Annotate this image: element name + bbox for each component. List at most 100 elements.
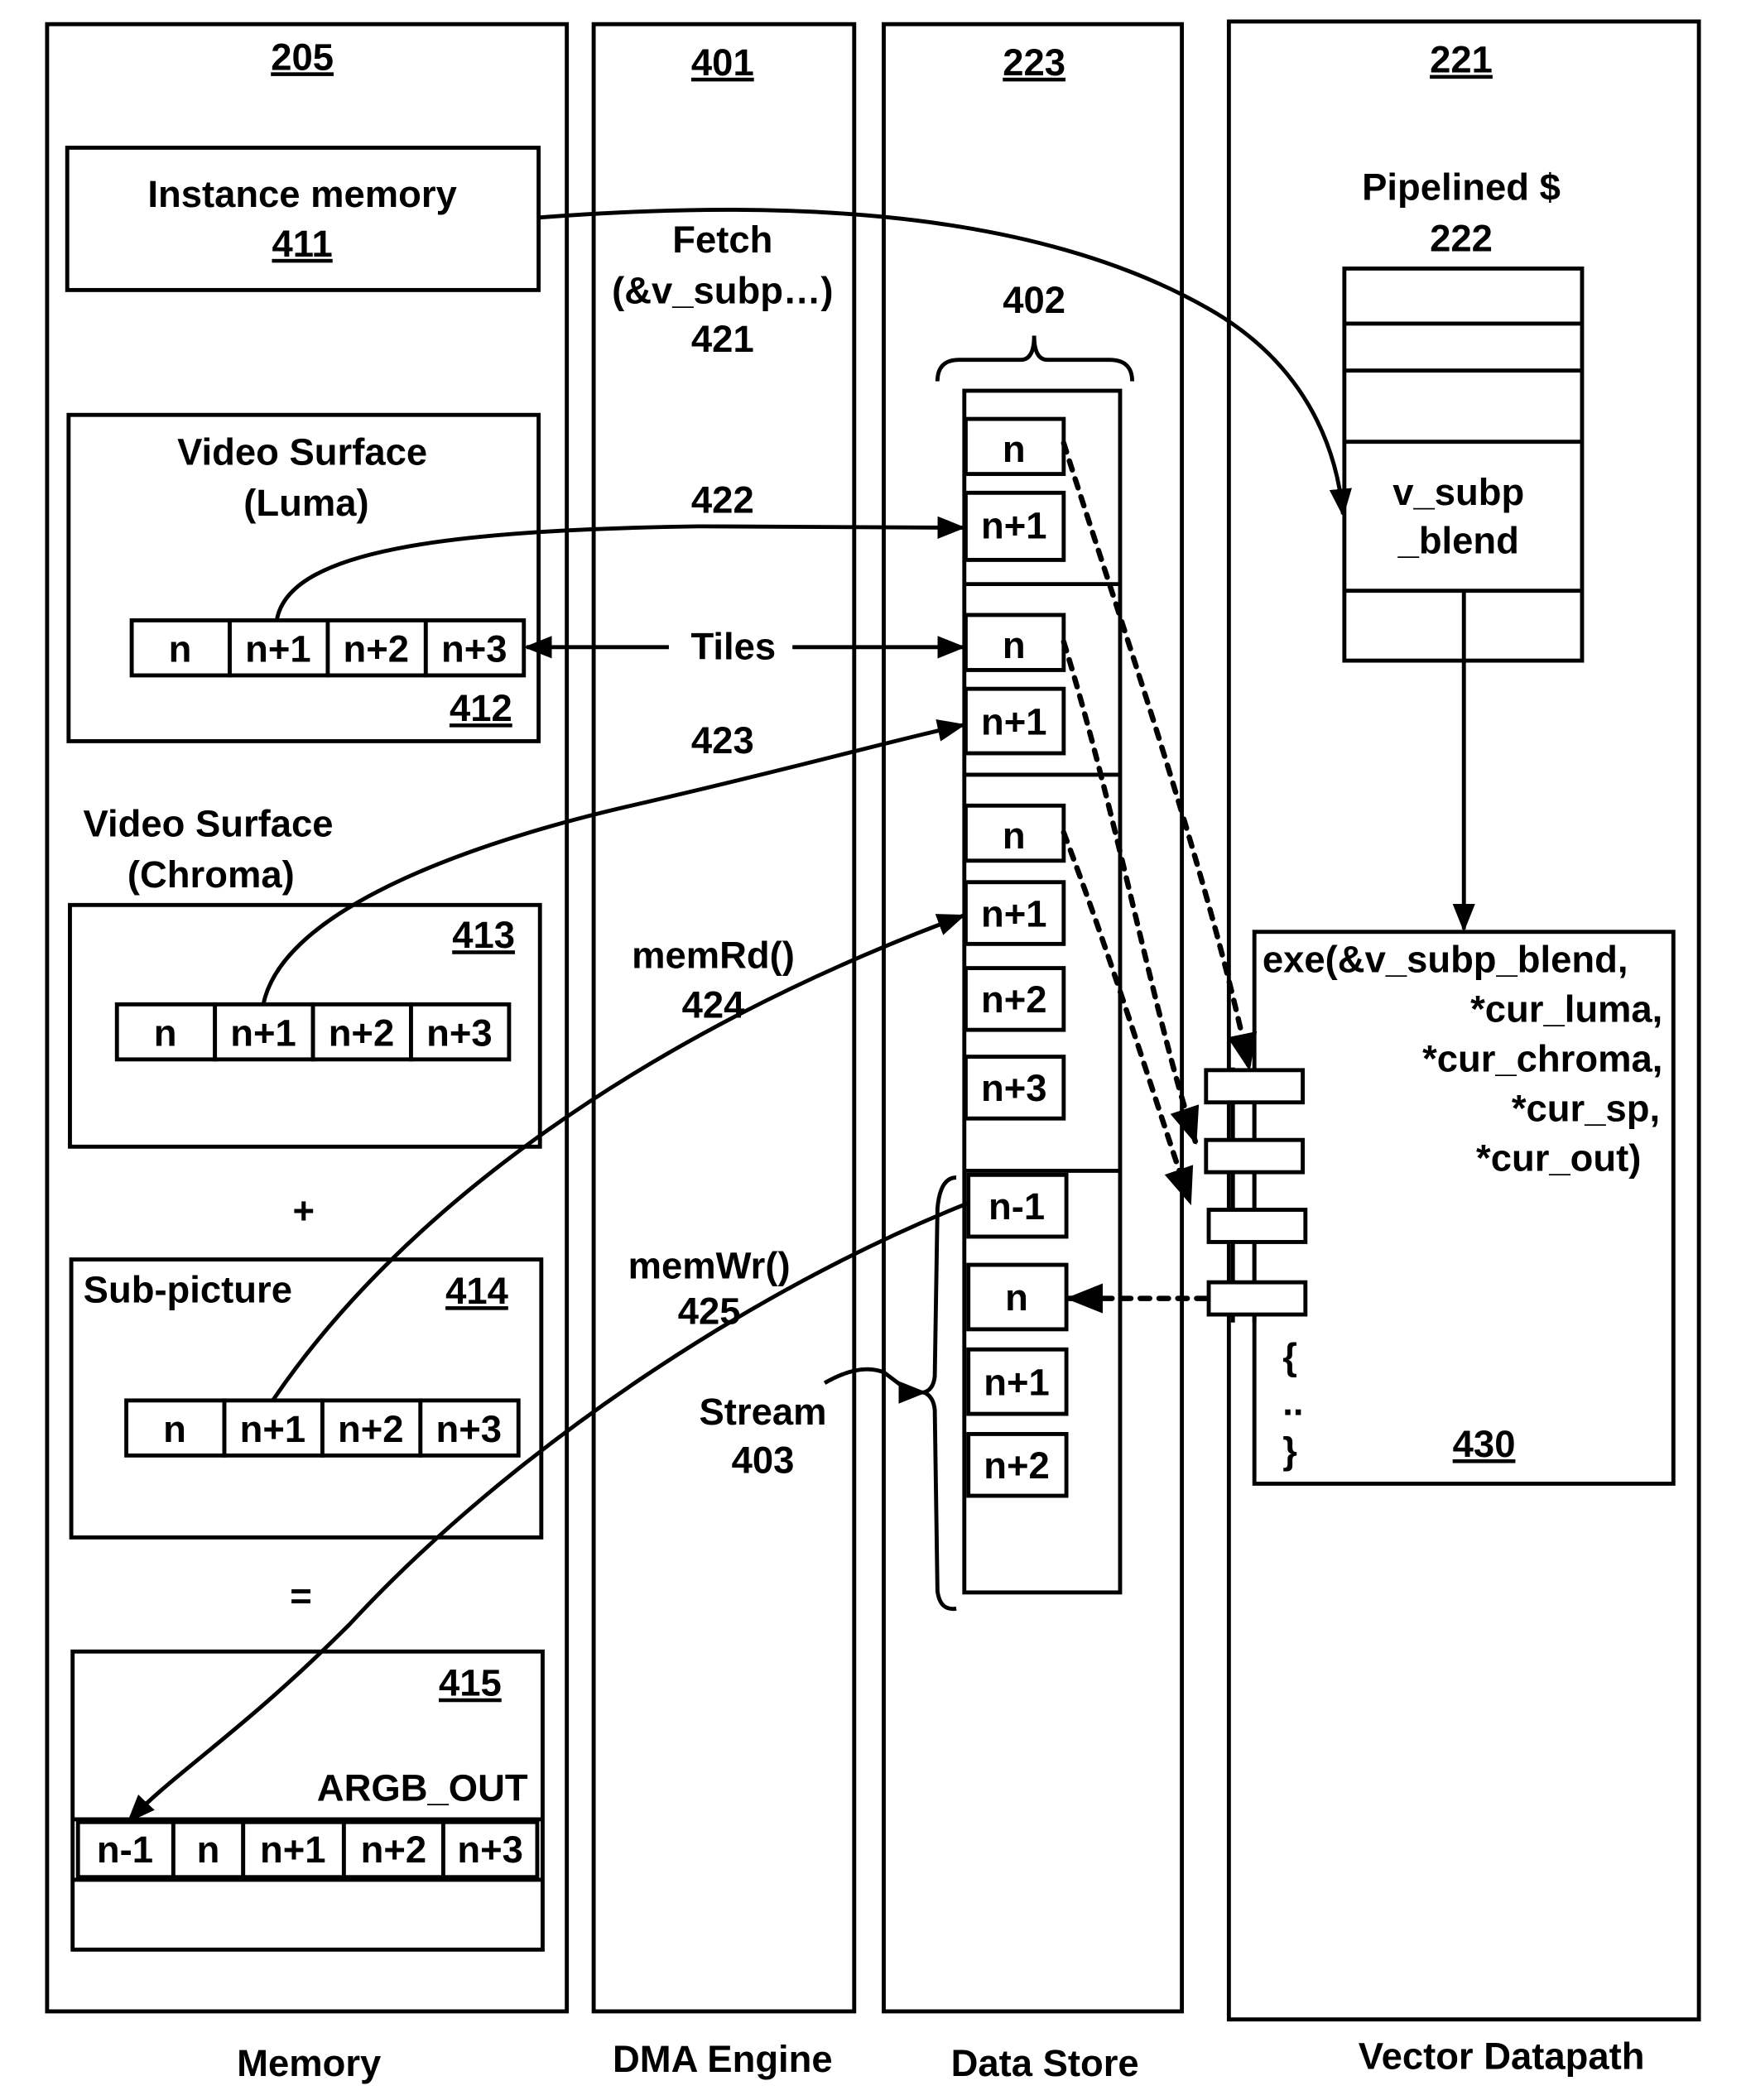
diagram-canvas: 205 401 223 221 Memory DMA Engine Data S… [45, 19, 1701, 2084]
equals-sign: = [290, 1574, 312, 1617]
subpicture-cell: n+1 [240, 1408, 306, 1450]
vector-datapath-caption: Vector Datapath [1359, 2035, 1645, 2078]
output-tile-row: n-1 n n+1 n+2 n+3 [72, 1817, 543, 1882]
ds-cell: n [1003, 624, 1026, 666]
exe-line: *cur_chroma, [1422, 1037, 1662, 1079]
chroma-tile-row: n n+1 n+2 n+3 [114, 1002, 512, 1062]
memwr-label: memWr() [628, 1244, 791, 1286]
subpicture-cell: n+3 [435, 1408, 502, 1450]
subpicture-label: Sub-picture [84, 1268, 292, 1310]
ds-cell: n+1 [981, 892, 1047, 935]
output-ref: 415 [439, 1662, 502, 1704]
data-store-group-2: n n+1 [963, 613, 1066, 756]
group-brace-402 [935, 335, 1135, 382]
vector-ref: 221 [1430, 39, 1493, 81]
chroma-cell: n+3 [426, 1012, 493, 1055]
exe-line: *cur_out) [1476, 1136, 1641, 1179]
luma-cell: n+1 [245, 628, 311, 670]
fetch-argument: (&v_subp…) [612, 270, 833, 312]
chroma-cell: n [154, 1012, 177, 1055]
chroma-transfer-arrow-423 [261, 719, 966, 1005]
instance-memory-label: Instance memory [147, 173, 457, 215]
cache-entry-name: v_subp [1392, 471, 1524, 513]
data-store-caption: Data Store [951, 2042, 1139, 2084]
argb-output-box: 415 ARGB_OUT n-1 n n+1 n+2 n+3 [70, 1649, 545, 1952]
luma-cell: n+3 [441, 628, 507, 670]
exe-line: exe(&v_subp_blend, [1263, 938, 1628, 980]
subpicture-transfer-arrow-424 [271, 914, 966, 1402]
cur-out-slot [1206, 1280, 1308, 1317]
dma-ref: 401 [691, 41, 754, 84]
memrd-label: memRd() [632, 935, 795, 977]
fetch-arrow-421 [538, 208, 1352, 517]
ds-cell: n+1 [981, 504, 1047, 546]
cur-sp-slot [1206, 1208, 1308, 1244]
ellipsis: .. [1282, 1382, 1303, 1424]
pointer-rail [1204, 1067, 1308, 1323]
subpicture-tile-row: n n+1 n+2 n+3 [124, 1398, 521, 1458]
luma-cell: n [169, 628, 192, 670]
close-brace: } [1282, 1430, 1297, 1472]
ds-cell: n+1 [981, 700, 1047, 742]
instance-memory-ref: 411 [272, 223, 332, 265]
argb-out-label: ARGB_OUT [317, 1766, 528, 1809]
dma-engine-caption: DMA Engine [613, 2038, 833, 2080]
instance-memory-box: Instance memory 411 [65, 146, 541, 292]
ref-422: 422 [691, 479, 754, 521]
stream-brace [917, 1175, 957, 1612]
stream-ref: 403 [732, 1439, 795, 1481]
memrd-ref: 424 [682, 984, 746, 1026]
open-brace: { [1282, 1336, 1297, 1378]
subpicture-cell: n+2 [338, 1408, 404, 1450]
subpicture-ref: 414 [445, 1270, 509, 1312]
output-cell: n+1 [260, 1828, 326, 1871]
ds-cell: n [1005, 1276, 1028, 1319]
data-store-group-4: n-1 n n+1 n+2 [966, 1172, 1069, 1498]
cur-luma-slot [1204, 1068, 1306, 1105]
pipelined-cache-ref: 222 [1430, 217, 1493, 259]
ds-cell: n [1003, 428, 1026, 470]
cur-chroma-slot [1204, 1137, 1306, 1175]
data-store-group-3: n n+1 n+2 n+3 [963, 803, 1066, 1121]
luma-cell: n+2 [344, 628, 410, 670]
ds-cell: n+2 [984, 1444, 1050, 1487]
plus-sign: + [292, 1189, 315, 1232]
exe-line: *cur_luma, [1470, 988, 1662, 1030]
fetch-label: Fetch [672, 219, 772, 261]
exe-ref: 430 [1453, 1423, 1516, 1465]
ds-cell: n+1 [984, 1361, 1050, 1403]
exe-kernel-box: exe(&v_subp_blend, *cur_luma, *cur_chrom… [1252, 930, 1676, 1486]
memory-caption: Memory [237, 2042, 382, 2084]
stream-pointer [823, 1367, 927, 1404]
data-store-ref: 223 [1003, 41, 1065, 84]
luma-tile-row: n n+1 n+2 n+3 [129, 618, 527, 678]
tiles-label: Tiles [690, 625, 776, 667]
ref-402: 402 [1003, 279, 1065, 321]
cache-entry-name-cont: _blend [1397, 519, 1519, 561]
ds-cell: n+3 [981, 1067, 1047, 1109]
subpicture-cell: n [163, 1408, 186, 1450]
pipelined-cache-label: Pipelined $ [1362, 166, 1561, 209]
output-cell: n-1 [97, 1828, 153, 1871]
luma-ref: 412 [450, 687, 512, 729]
luma-title: Video Surface [177, 430, 427, 473]
memory-ref: 205 [271, 36, 334, 78]
luma-pointer-arrow [1061, 440, 1258, 1072]
luma-transfer-arrow-422 [274, 516, 966, 621]
fetch-ref: 421 [691, 318, 754, 360]
chroma-cell: n+2 [329, 1012, 395, 1055]
ds-cell: n-1 [988, 1185, 1045, 1228]
output-cell: n+3 [457, 1828, 523, 1871]
chroma-ref: 413 [452, 914, 515, 956]
ds-cell: n+2 [981, 978, 1047, 1021]
chroma-subtitle: (Chroma) [127, 853, 295, 896]
ref-423: 423 [691, 719, 754, 762]
memwr-ref: 425 [678, 1290, 741, 1332]
subpicture-box: Sub-picture 414 n n+1 n+2 n+3 [69, 1257, 544, 1540]
chroma-cell: n+1 [230, 1012, 296, 1055]
ds-cell: n [1003, 815, 1026, 857]
stream-label: Stream [700, 1391, 827, 1433]
output-cell: n [197, 1828, 220, 1871]
chroma-title: Video Surface [84, 803, 334, 845]
exe-line: *cur_sp, [1512, 1087, 1660, 1129]
